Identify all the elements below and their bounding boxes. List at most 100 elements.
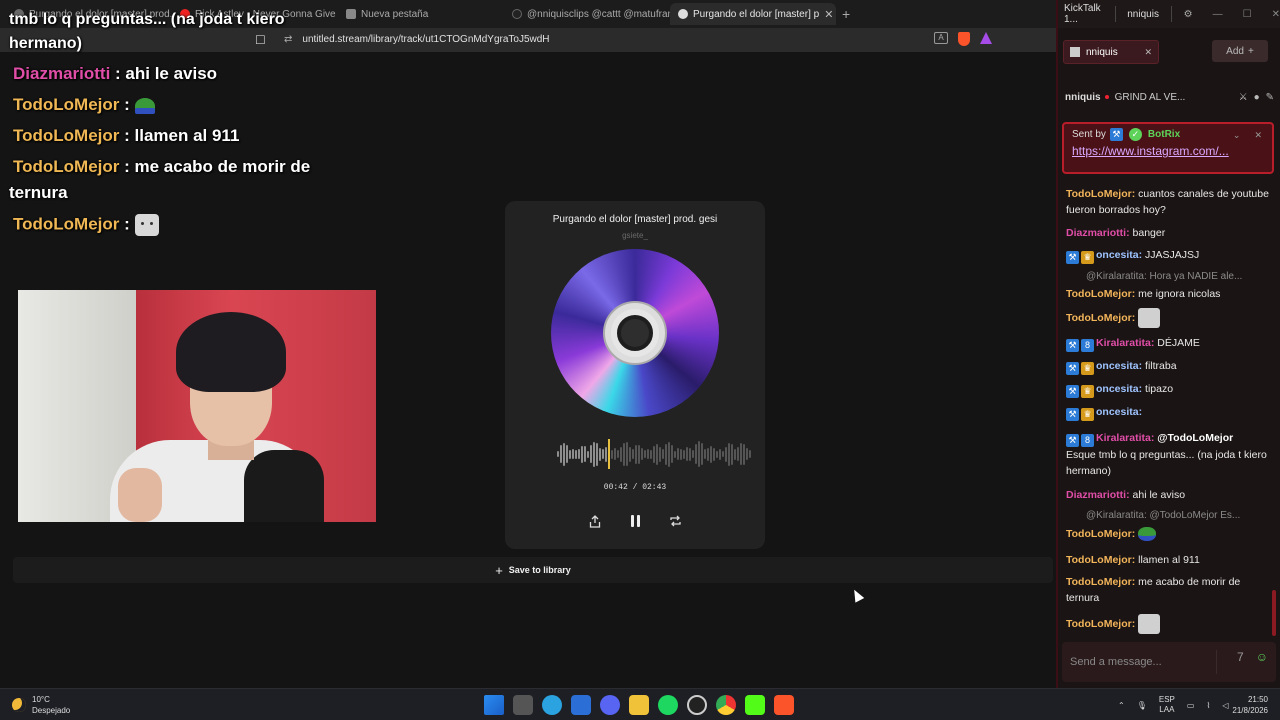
moderator-badge-icon: ⚒ xyxy=(1066,251,1079,264)
track-artist[interactable]: gsiete_ xyxy=(505,231,765,240)
microphone-icon[interactable]: 🎙 xyxy=(1137,701,1147,710)
overlay-chat-line: TodoLoMejor : llamen al 911 xyxy=(13,126,240,145)
reply-preview[interactable]: @Kiralaratita: Hora ya NADIE ale... xyxy=(1066,269,1270,285)
waveform-bar xyxy=(671,445,673,463)
cat-emote xyxy=(134,214,159,236)
waveform-bar xyxy=(590,445,592,463)
spotify-icon[interactable] xyxy=(658,695,678,715)
pinned-link[interactable]: https://www.instagram.com/... xyxy=(1072,144,1264,158)
chat-message[interactable]: Diazmariotti: ahi le aviso xyxy=(1066,487,1270,503)
channel-tab-nniquis[interactable]: nniquis ✕ xyxy=(1063,40,1159,64)
chat-message[interactable]: TodoLoMejor: me ignora nicolas xyxy=(1066,286,1270,302)
close-window-icon[interactable]: ✕ xyxy=(1272,9,1280,20)
chat-message[interactable]: Diazmariotti: banger xyxy=(1066,225,1270,241)
weather-widget[interactable]: 10°C Despejado xyxy=(12,694,70,716)
pause-icon[interactable] xyxy=(625,511,645,531)
close-tab-icon[interactable]: ✕ xyxy=(824,8,833,21)
chat-message[interactable]: TodoLoMejor: me acabo de morir de ternur… xyxy=(1066,574,1270,606)
tray-chevron-up-icon[interactable]: ⌃ xyxy=(1118,701,1125,710)
file-explorer-icon[interactable] xyxy=(629,695,649,715)
mod-sword-icon[interactable]: ⚔ xyxy=(1239,92,1248,103)
chat-input[interactable]: Send a message... 7 ☺ xyxy=(1062,642,1276,682)
waveform-seekbar[interactable] xyxy=(557,439,753,469)
user-icon[interactable]: ● xyxy=(1254,92,1260,103)
display-icon[interactable]: ▭ xyxy=(1187,701,1195,710)
pin-icon[interactable]: ✎ xyxy=(1266,92,1274,103)
chat-message[interactable]: TodoLoMejor: xyxy=(1066,308,1270,328)
waveform-bar xyxy=(719,448,721,460)
volume-icon[interactable]: ◁ xyxy=(1222,701,1228,710)
brave-rewards-icon[interactable] xyxy=(980,32,992,44)
chat-message[interactable]: ⚒ 8 Kiralaratita: @TodoLoMejor Esque tmb lo… xyxy=(1066,430,1270,479)
site-info-icon[interactable]: ⇄ xyxy=(284,34,292,45)
settings-gear-icon[interactable]: ⚙ xyxy=(1184,9,1193,20)
chat-scrollbar[interactable] xyxy=(1272,590,1276,636)
chat-message[interactable]: TodoLoMejor: llamen al 911 xyxy=(1066,552,1270,568)
chrome-icon[interactable] xyxy=(716,695,736,715)
kick-emote-icon[interactable]: ☺ xyxy=(1256,650,1268,674)
chat-message[interactable]: ⚒ ♛ oncesita: JJASJAJSJ xyxy=(1066,247,1270,264)
crown-badge-icon: ♛ xyxy=(1081,408,1094,421)
close-icon[interactable]: ✕ xyxy=(1144,47,1152,58)
verified-badge-icon: ✓ xyxy=(1128,128,1142,141)
chat-message[interactable]: TodoLoMejor: cuantos canales de youtube … xyxy=(1066,186,1270,218)
track-player: Purgando el dolor [master] prod. gesi gs… xyxy=(505,201,765,549)
browser-tab[interactable]: @nniquisclips @cattt @matufran xyxy=(504,3,670,25)
waveform-bar xyxy=(722,451,724,457)
waveform-bar xyxy=(605,446,607,462)
clock[interactable]: 21:50 21/8/2026 xyxy=(1232,694,1268,716)
chat-message[interactable]: ⚒ 8 Kiralaratita: DÉJAME xyxy=(1066,335,1270,352)
obs-icon[interactable] xyxy=(687,695,707,715)
new-tab-button[interactable]: + xyxy=(842,6,850,22)
minimize-icon[interactable]: — xyxy=(1213,9,1223,20)
brave-shields-icon[interactable] xyxy=(958,32,970,46)
browser-tab-active[interactable]: Purgando el dolor [master] p ✕ xyxy=(670,3,836,25)
chat-message[interactable]: TodoLoMejor: xyxy=(1066,526,1270,542)
discord-icon[interactable] xyxy=(600,695,620,715)
waveform-bar xyxy=(626,442,628,466)
chat-message[interactable]: ⚒ ♛ oncesita: filtraba xyxy=(1066,358,1270,375)
translate-icon[interactable]: A xyxy=(934,32,948,44)
cat-emote xyxy=(1138,308,1161,328)
toolbar-icons: A xyxy=(934,32,992,46)
waveform-bar xyxy=(641,448,643,460)
og-badge-icon: 8 xyxy=(1081,339,1094,352)
chat-list: TodoLoMejor: cuantos canales de youtube … xyxy=(1058,180,1276,640)
edge-icon[interactable] xyxy=(542,695,562,715)
windows-start-icon[interactable] xyxy=(484,695,504,715)
system-tray: ⌃ 🎙 ESP LAA ▭ ⌇ ◁ xyxy=(1118,695,1229,715)
waveform-bar xyxy=(659,446,661,462)
maximize-icon[interactable]: ☐ xyxy=(1243,9,1252,20)
webcam-feed xyxy=(18,290,376,522)
audio-playing-icon xyxy=(678,9,688,19)
browser-tab[interactable]: Nueva pestaña xyxy=(338,3,504,25)
waveform-bar xyxy=(665,443,667,465)
repeat-icon[interactable] xyxy=(665,511,685,531)
network-icon[interactable]: ⌇ xyxy=(1206,701,1210,710)
unpin-icon[interactable]: ✕ xyxy=(1254,130,1262,141)
language-indicator[interactable]: ESP LAA xyxy=(1159,695,1175,715)
store-icon[interactable] xyxy=(571,695,591,715)
chat-message[interactable]: ⚒ ♛ oncesita: xyxy=(1066,404,1270,421)
reply-preview[interactable]: @Kiralaratita: @TodoLoMejor Es... xyxy=(1066,508,1270,524)
kick-icon[interactable] xyxy=(745,695,765,715)
add-channel-button[interactable]: Add + xyxy=(1212,40,1268,62)
brave-icon[interactable] xyxy=(774,695,794,715)
waveform-bar xyxy=(620,446,622,462)
chat-message[interactable]: TodoLoMejor: xyxy=(1066,614,1270,634)
save-to-library-button[interactable]: + Save to library xyxy=(13,557,1053,583)
pepe-emote xyxy=(134,97,155,114)
chevron-down-icon[interactable]: ⌄ xyxy=(1233,130,1241,141)
waveform-bar xyxy=(650,449,652,459)
overlay-chat-line: tmb lo q preguntas... (na joda t kiero h… xyxy=(9,11,285,52)
waveform-bar xyxy=(728,442,730,466)
moderator-badge-icon: ⚒ xyxy=(1066,339,1079,352)
chat-message[interactable]: ⚒ ♛ oncesita: tipazo xyxy=(1066,381,1270,398)
waveform-bar xyxy=(725,446,727,462)
url-field[interactable]: ⇄ untitled.stream/library/track/ut1CTOGnM… xyxy=(284,28,550,52)
task-view-icon[interactable] xyxy=(513,695,533,715)
emote-7tv-icon[interactable]: 7 xyxy=(1237,650,1244,674)
waveform-bar xyxy=(563,442,565,466)
share-icon[interactable] xyxy=(585,511,605,531)
playhead[interactable] xyxy=(607,439,610,469)
